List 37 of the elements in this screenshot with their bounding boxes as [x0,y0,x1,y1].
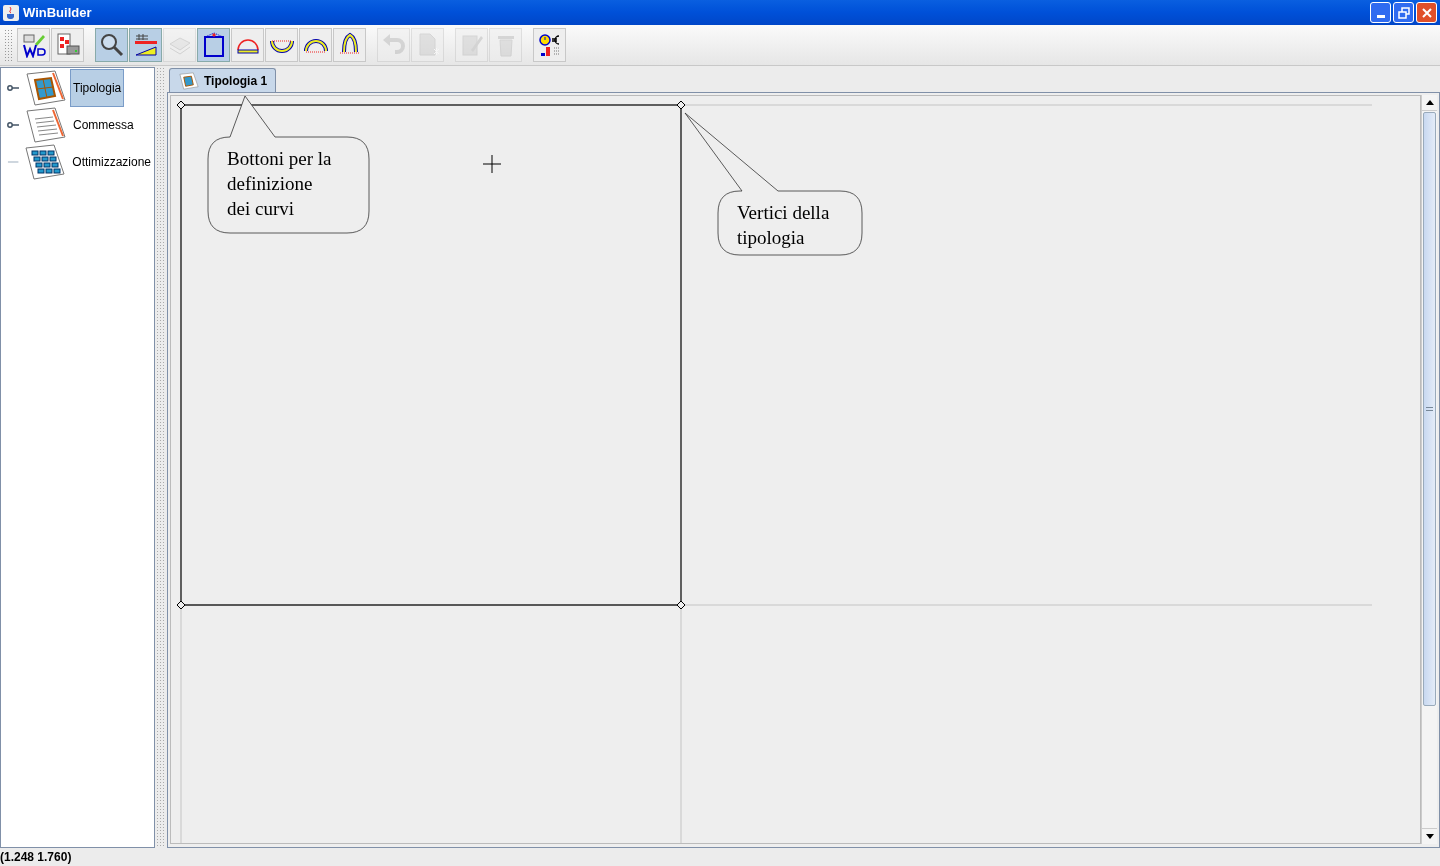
toolbar-button[interactable] [533,28,566,62]
vertical-scrollbar[interactable] [1421,95,1437,844]
wb-logo-icon [20,32,47,58]
java-cup-icon [3,4,19,21]
restore-icon [1397,6,1410,19]
down-arrow-icon [1425,834,1434,839]
toolbar-button[interactable] [17,28,50,62]
window-title: WinBuilder [23,3,92,22]
close-button[interactable] [1416,2,1437,23]
crosshair-cursor-icon [483,155,501,173]
toolbar-button[interactable] [51,28,84,62]
magnifier-icon [98,32,125,58]
toolbar-button[interactable] [333,28,366,62]
ruler-triangle-icon [132,32,159,58]
printer-icon [54,32,81,58]
toolbar-button[interactable] [299,28,332,62]
close-icon [1420,6,1433,19]
minimize-icon [1376,15,1385,18]
window-document-icon [178,71,200,90]
toolbar-button[interactable] [265,28,298,62]
restore-button[interactable] [1393,2,1414,23]
toolbar-button[interactable] [95,28,128,62]
list-document-icon [23,106,69,143]
tree-item[interactable]: Ottimizzazione [69,151,154,172]
scroll-thumb[interactable] [1423,112,1436,706]
document-tab[interactable]: Tipologia 1 [169,68,277,92]
tree-item[interactable]: Tipologia [70,68,125,107]
up-arrow-icon [1425,100,1434,105]
status-text: (1.248 1.760) [0,849,72,866]
callout-text: Vertici della tipologia [737,201,831,250]
tree-handle-icon[interactable] [7,120,21,129]
callout-text: Bottoni per la definizione dei curvi [227,147,333,221]
toolbar-button[interactable] [197,28,230,62]
tree-handle-icon[interactable] [7,83,21,92]
tree-item[interactable]: Commessa [70,114,137,135]
toolbar-button[interactable] [129,28,162,62]
minimize-button[interactable] [1370,2,1391,23]
